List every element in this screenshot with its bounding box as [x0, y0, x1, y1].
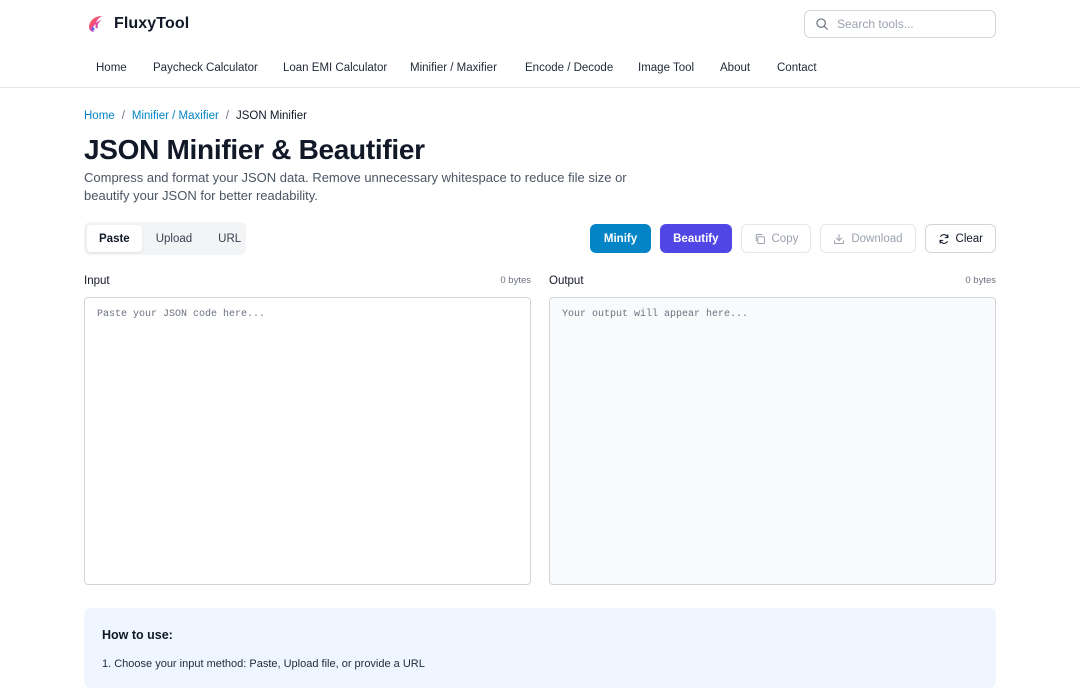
brand[interactable]: FluxyTool: [86, 13, 189, 35]
flame-logo-icon: [88, 16, 102, 32]
beautify-button[interactable]: Beautify: [660, 224, 732, 253]
copy-button[interactable]: Copy: [740, 224, 812, 253]
input-size: 0 bytes: [500, 275, 531, 286]
input-method-tabs: Paste Upload URL: [84, 222, 246, 255]
breadcrumb-separator: /: [121, 110, 125, 122]
search-box[interactable]: [804, 10, 996, 38]
site-header: FluxyTool Home Paycheck Calculator Loan …: [0, 0, 1080, 88]
tab-paste[interactable]: Paste: [87, 225, 142, 252]
download-label: Download: [851, 232, 903, 245]
main-nav: Home Paycheck Calculator Loan EMI Calcul…: [96, 60, 817, 76]
nav-image-tool[interactable]: Image Tool: [638, 60, 720, 76]
breadcrumb: Home / Minifier / Maxifier / JSON Minifi…: [84, 108, 307, 124]
nav-contact[interactable]: Contact: [777, 60, 817, 76]
breadcrumb-section[interactable]: Minifier / Maxifier: [132, 108, 219, 124]
how-to-use-panel: How to use: 1. Choose your input method:…: [84, 608, 996, 688]
tab-upload[interactable]: Upload: [144, 225, 204, 252]
output-size: 0 bytes: [965, 275, 996, 286]
clear-label: Clear: [955, 232, 983, 245]
copy-label: Copy: [771, 232, 799, 245]
breadcrumb-separator: /: [225, 110, 229, 122]
page-description: Compress and format your JSON data. Remo…: [84, 170, 627, 203]
json-input-textarea[interactable]: [84, 297, 531, 585]
breadcrumb-home[interactable]: Home: [84, 108, 115, 124]
nav-loan-emi-calculator[interactable]: Loan EMI Calculator: [283, 60, 410, 76]
brand-name: FluxyTool: [114, 15, 190, 32]
how-to-use-title: How to use:: [102, 628, 173, 642]
nav-encode-decode[interactable]: Encode / Decode: [525, 60, 638, 76]
nav-about[interactable]: About: [720, 60, 777, 76]
output-label: Output: [549, 275, 584, 287]
search-input[interactable]: [837, 17, 987, 31]
refresh-icon: [939, 233, 948, 244]
nav-minifier-maxifier[interactable]: Minifier / Maxifier: [410, 60, 525, 76]
action-buttons: Minify Beautify Copy Download Clear: [589, 224, 996, 253]
json-output-textarea[interactable]: [549, 297, 996, 585]
page-title: JSON Minifier & Beautifier: [84, 134, 425, 165]
nav-paycheck-calculator[interactable]: Paycheck Calculator: [153, 60, 283, 76]
search-icon: [816, 18, 828, 30]
clear-button[interactable]: Clear: [924, 224, 996, 253]
nav-home[interactable]: Home: [96, 60, 153, 76]
how-to-use-step: 1. Choose your input method: Paste, Uplo…: [102, 658, 425, 670]
minify-button[interactable]: Minify: [589, 224, 652, 253]
input-label: Input: [84, 275, 110, 287]
copy-icon: [755, 233, 765, 244]
tab-url[interactable]: URL: [206, 225, 253, 252]
download-button[interactable]: Download: [820, 224, 916, 253]
breadcrumb-current: JSON Minifier: [236, 110, 307, 122]
download-icon: [834, 233, 845, 244]
